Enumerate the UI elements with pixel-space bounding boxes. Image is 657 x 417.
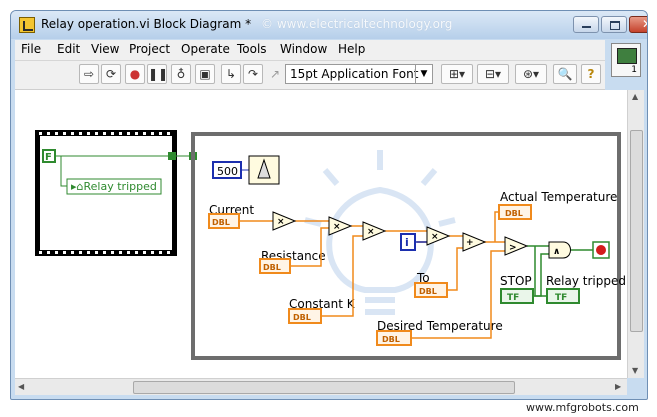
relay-tripped-terminal[interactable]: TF [546,288,580,304]
actual-temperature-terminal[interactable]: DBL [498,204,532,220]
step-over-button[interactable]: ↷ [243,64,263,84]
stop-label: STOP [500,274,532,288]
scroll-up-icon[interactable]: ▲ [632,92,638,101]
stop-terminal[interactable]: TF [500,288,534,304]
labview-app-icon [19,17,35,33]
probe-icon: ▣ [199,67,211,81]
font-selector[interactable]: 15pt Application Font ▼ [285,64,433,84]
constant-k-terminal-type: DBL [293,313,311,322]
constant-k-terminal[interactable]: DBL [288,308,322,324]
abort-button[interactable]: ● [125,64,145,84]
menu-view[interactable]: View [91,42,119,56]
and-glyph: ∧ [553,247,560,257]
greater-than-glyph: > [509,243,517,253]
current-terminal-type: DBL [212,218,230,227]
vertical-scroll-thumb[interactable] [630,130,643,332]
menu-bar: File Edit View Project Operate Tools Win… [15,40,605,61]
step-into-button[interactable]: ↳ [221,64,241,84]
search-icon: 🔍 [557,67,573,81]
pause-icon: ❚❚ [148,67,169,81]
vertical-scrollbar[interactable]: ▲ ▼ [627,90,644,378]
reorder-button[interactable]: ⊛▾ [515,64,547,84]
step-into-icon: ↳ [225,67,237,81]
stop-condition-icon [596,245,606,255]
vi-icon [617,48,637,64]
search-button[interactable]: 🔍 [553,64,577,84]
block-diagram-svg: F ▸⌂Relay tripped 500 Current Resistance… [35,130,626,360]
maximize-button[interactable] [601,16,627,33]
to-terminal-type: DBL [419,287,437,296]
window-title: Relay operation.vi Block Diagram * [41,17,252,31]
vi-icon-pane[interactable]: 1 [611,43,641,77]
stop-terminal-type: TF [507,293,519,303]
title-watermark: © www.electricaltechnology.org [261,17,453,31]
resistance-terminal[interactable]: DBL [259,258,291,274]
step-out-icon: ↗ [269,67,281,81]
outer-tunnel [168,152,176,160]
multiply-1-glyph: × [277,217,285,227]
relay-tripped-terminal-type: TF [555,293,567,303]
local-variable-label: ▸⌂Relay tripped [71,180,157,193]
run-continuously-button[interactable]: ⟳ [101,64,121,84]
abort-icon: ● [129,67,141,81]
minimize-button[interactable] [573,16,599,33]
distribute-objects-button[interactable]: ⊟▾ [477,64,509,84]
chevron-down-icon: ▼ [415,65,432,83]
menu-operate[interactable]: Operate [181,42,230,56]
menu-help[interactable]: Help [338,42,365,56]
block-diagram-canvas[interactable]: F ▸⌂Relay tripped 500 Current Resistance… [15,90,627,378]
vi-connector-number: 1 [631,65,637,75]
pause-button[interactable]: ❚❚ [147,64,169,84]
retain-wire-values-button[interactable]: ▣ [195,64,215,84]
toolbar: ⇨ ⟳ ● ❚❚ ♁ ▣ ↳ ↷ ↗ 15pt Application Font… [15,61,605,90]
menu-project[interactable]: Project [129,42,170,56]
step-out-button[interactable]: ↗ [265,64,285,84]
desired-temperature-terminal[interactable]: DBL [376,330,412,346]
scroll-left-icon[interactable]: ◀ [18,382,24,391]
font-selector-label: 15pt Application Font [290,67,419,81]
multiply-2-glyph: × [333,222,341,232]
local-variable-text: Relay tripped [84,180,157,193]
menu-window[interactable]: Window [280,42,327,56]
menu-tools[interactable]: Tools [237,42,267,56]
align-icon: ⊞▾ [448,67,466,81]
actual-temperature-terminal-type: DBL [505,209,523,218]
menu-edit[interactable]: Edit [57,42,80,56]
to-terminal[interactable]: DBL [414,282,448,298]
scroll-down-icon[interactable]: ▼ [632,366,638,375]
close-icon: ✕ [642,17,647,31]
multiply-3-glyph: × [367,227,375,237]
close-button[interactable]: ✕ [629,16,647,33]
add-glyph: + [466,238,474,248]
desired-temperature-terminal-type: DBL [382,335,400,344]
distribute-icon: ⊟▾ [484,67,502,81]
step-over-icon: ↷ [247,67,259,81]
wait-constant-value: 500 [217,165,238,178]
align-objects-button[interactable]: ⊞▾ [441,64,473,84]
actual-temperature-label: Actual Temperature [500,190,617,204]
resistance-terminal-type: DBL [263,263,281,272]
context-help-button[interactable]: ? [581,64,601,84]
run-continuously-icon: ⟳ [105,67,117,81]
menu-file[interactable]: File [21,42,41,56]
labview-window: Relay operation.vi Block Diagram * © www… [10,10,648,400]
reorder-icon: ⊛▾ [522,67,540,81]
local-variable-arrow-icon: ▸⌂ [71,180,84,193]
relay-tripped-label: Relay tripped [546,274,626,288]
run-button[interactable]: ⇨ [79,64,99,84]
multiply-4-glyph: × [431,232,439,242]
horizontal-scroll-thumb[interactable] [133,381,515,394]
help-icon: ? [587,67,595,81]
footer-watermark: www.mfgrobots.com [526,401,639,414]
lightbulb-icon: ♁ [176,67,186,81]
iteration-terminal-glyph: i [405,236,409,249]
false-constant-label: F [45,152,52,163]
title-bar[interactable]: Relay operation.vi Block Diagram * © www… [11,11,647,39]
scroll-right-icon[interactable]: ▶ [615,382,621,391]
current-terminal[interactable]: DBL [208,213,240,229]
highlight-execution-button[interactable]: ♁ [171,64,191,84]
horizontal-scrollbar[interactable]: ◀ ▶ [15,378,627,395]
iteration-terminal[interactable]: i [400,233,416,251]
run-arrow-icon: ⇨ [83,67,95,81]
